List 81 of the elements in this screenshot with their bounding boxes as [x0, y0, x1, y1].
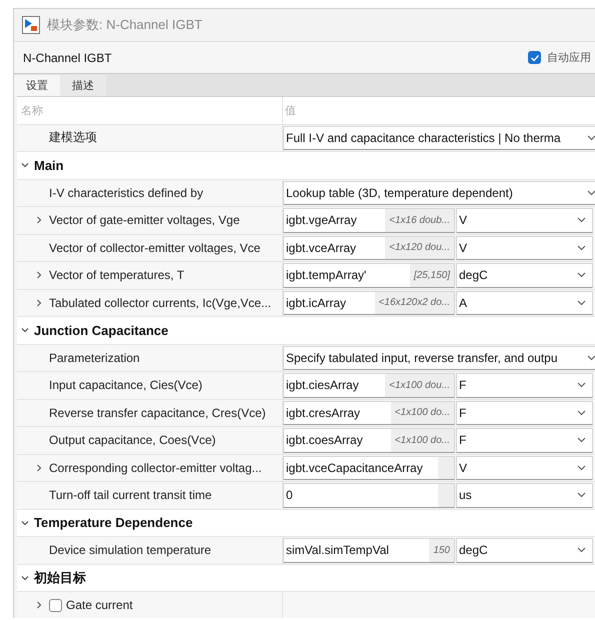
checkbox-label: 自动应用	[547, 50, 591, 65]
parameter-name: Tabulated collector currents, Ic(Vge,Vce...	[49, 296, 272, 310]
chevron-down-icon	[577, 244, 586, 251]
unit-dropdown[interactable]: us	[456, 483, 593, 508]
value-preview: 150	[429, 539, 454, 562]
unit-dropdown[interactable]: F	[456, 373, 593, 398]
parameter-name: Gate current	[66, 598, 133, 612]
parameter-name: 建模选项	[49, 129, 97, 146]
unit-dropdown[interactable]: A	[456, 290, 593, 315]
chevron-right-icon[interactable]	[35, 464, 43, 472]
window-title: 模块参数: N-Channel IGBT	[47, 16, 202, 34]
unit-dropdown[interactable]: degC	[456, 538, 593, 562]
section-header[interactable]: Temperature Dependence	[34, 515, 193, 530]
expression-field[interactable]: simVal.simTempVal 150	[283, 538, 455, 562]
expression-field[interactable]: igbt.ciesArray <1x100 dou...	[283, 373, 455, 398]
parameter-name: Corresponding collector-emitter voltag...	[49, 460, 262, 475]
tab[interactable]: 设置	[14, 75, 60, 96]
parameter-name: Turn-off tail current transit time	[49, 488, 212, 502]
chevron-down-icon	[587, 354, 595, 361]
expression-field[interactable]: igbt.tempArray' [25,150]	[283, 263, 455, 288]
chevron-down-icon	[577, 382, 586, 388]
chevron-down-icon	[577, 217, 586, 224]
unit-dropdown[interactable]: F	[456, 400, 593, 425]
chevron-down-icon	[577, 464, 586, 471]
parameter-name: Output capacitance, Coes(Vce)	[49, 433, 216, 448]
chevron-down-icon[interactable]	[21, 161, 29, 170]
section-header[interactable]: Main	[34, 158, 64, 173]
parameter-name: Parameterization	[49, 350, 140, 365]
parameter-name: Vector of collector-emitter voltages, Vce	[49, 240, 260, 255]
expression-field[interactable]: igbt.cresArray <1x100 do...	[283, 400, 455, 425]
value-preview: [25,150]	[410, 264, 454, 286]
parameter-name: I-V characteristics defined by	[49, 186, 204, 200]
chevron-down-icon	[577, 437, 586, 444]
expression-field[interactable]: igbt.vgeArray <1x16 doub...	[283, 208, 455, 232]
chevron-down-icon	[577, 492, 586, 498]
section-header[interactable]: 初始目标	[34, 568, 86, 587]
chevron-right-icon[interactable]	[35, 271, 43, 280]
tab[interactable]: 描述	[60, 75, 106, 96]
chevron-down-icon	[577, 410, 586, 416]
block-icon	[22, 16, 40, 34]
chevron-down-icon	[577, 547, 586, 554]
chevron-right-icon[interactable]	[35, 601, 43, 610]
chevron-right-icon[interactable]	[35, 216, 43, 224]
column-header: 值	[285, 104, 296, 118]
dropdown[interactable]: Lookup table (3D, temperature dependent)	[283, 180, 595, 205]
unit-dropdown[interactable]: V	[456, 208, 593, 232]
chevron-down-icon	[587, 134, 595, 141]
unit-dropdown[interactable]: F	[456, 428, 593, 452]
value-preview: <1x120 dou...	[385, 236, 454, 259]
value-preview: <1x16 doub...	[385, 209, 454, 232]
expression-field[interactable]: igbt.vceCapacitanceArray	[283, 456, 455, 480]
expression-field[interactable]: igbt.coesArray <1x100 do...	[283, 428, 455, 452]
section-header[interactable]: Junction Capacitance	[34, 322, 168, 338]
column-header: 名称	[21, 104, 43, 118]
checkbox[interactable]	[49, 598, 62, 612]
parameter-name: Vector of temperatures, T	[49, 268, 184, 282]
value-preview: <16x120x2 do...	[374, 292, 454, 314]
chevron-down-icon	[577, 272, 586, 278]
unit-dropdown[interactable]: V	[456, 456, 593, 480]
expression-field[interactable]: igbt.vceArray <1x120 dou...	[283, 236, 455, 260]
unit-dropdown[interactable]: degC	[456, 263, 593, 288]
expression-field[interactable]: igbt.icArray <16x120x2 do...	[283, 290, 455, 315]
parameter-name: Device simulation temperature	[49, 543, 212, 558]
expression-field[interactable]: 0	[283, 483, 455, 508]
parameter-name: Reverse transfer capacitance, Cres(Vce)	[49, 406, 266, 420]
parameter-name: Input capacitance, Cies(Vce)	[49, 378, 202, 392]
chevron-right-icon[interactable]	[35, 298, 43, 307]
chevron-down-icon[interactable]	[21, 326, 29, 334]
dropdown[interactable]: Specify tabulated input, reverse transfer, and outpu	[283, 346, 595, 370]
chevron-down-icon[interactable]	[21, 518, 29, 527]
parameter-name: Vector of gate-emitter voltages, Vge	[49, 213, 240, 228]
chevron-down-icon	[587, 190, 595, 196]
chevron-down-icon[interactable]	[21, 574, 29, 582]
unit-dropdown[interactable]: V	[456, 236, 593, 260]
chevron-down-icon	[577, 300, 586, 306]
value-preview: <1x100 dou...	[385, 374, 454, 396]
dropdown[interactable]: Full I-V and capacitance characteristics | No therma	[283, 126, 595, 150]
value-preview: <1x100 do...	[390, 429, 454, 452]
value-preview: <1x100 do...	[390, 402, 454, 424]
block-name: N-Channel IGBT	[23, 50, 112, 64]
checkbox[interactable]	[528, 51, 541, 64]
